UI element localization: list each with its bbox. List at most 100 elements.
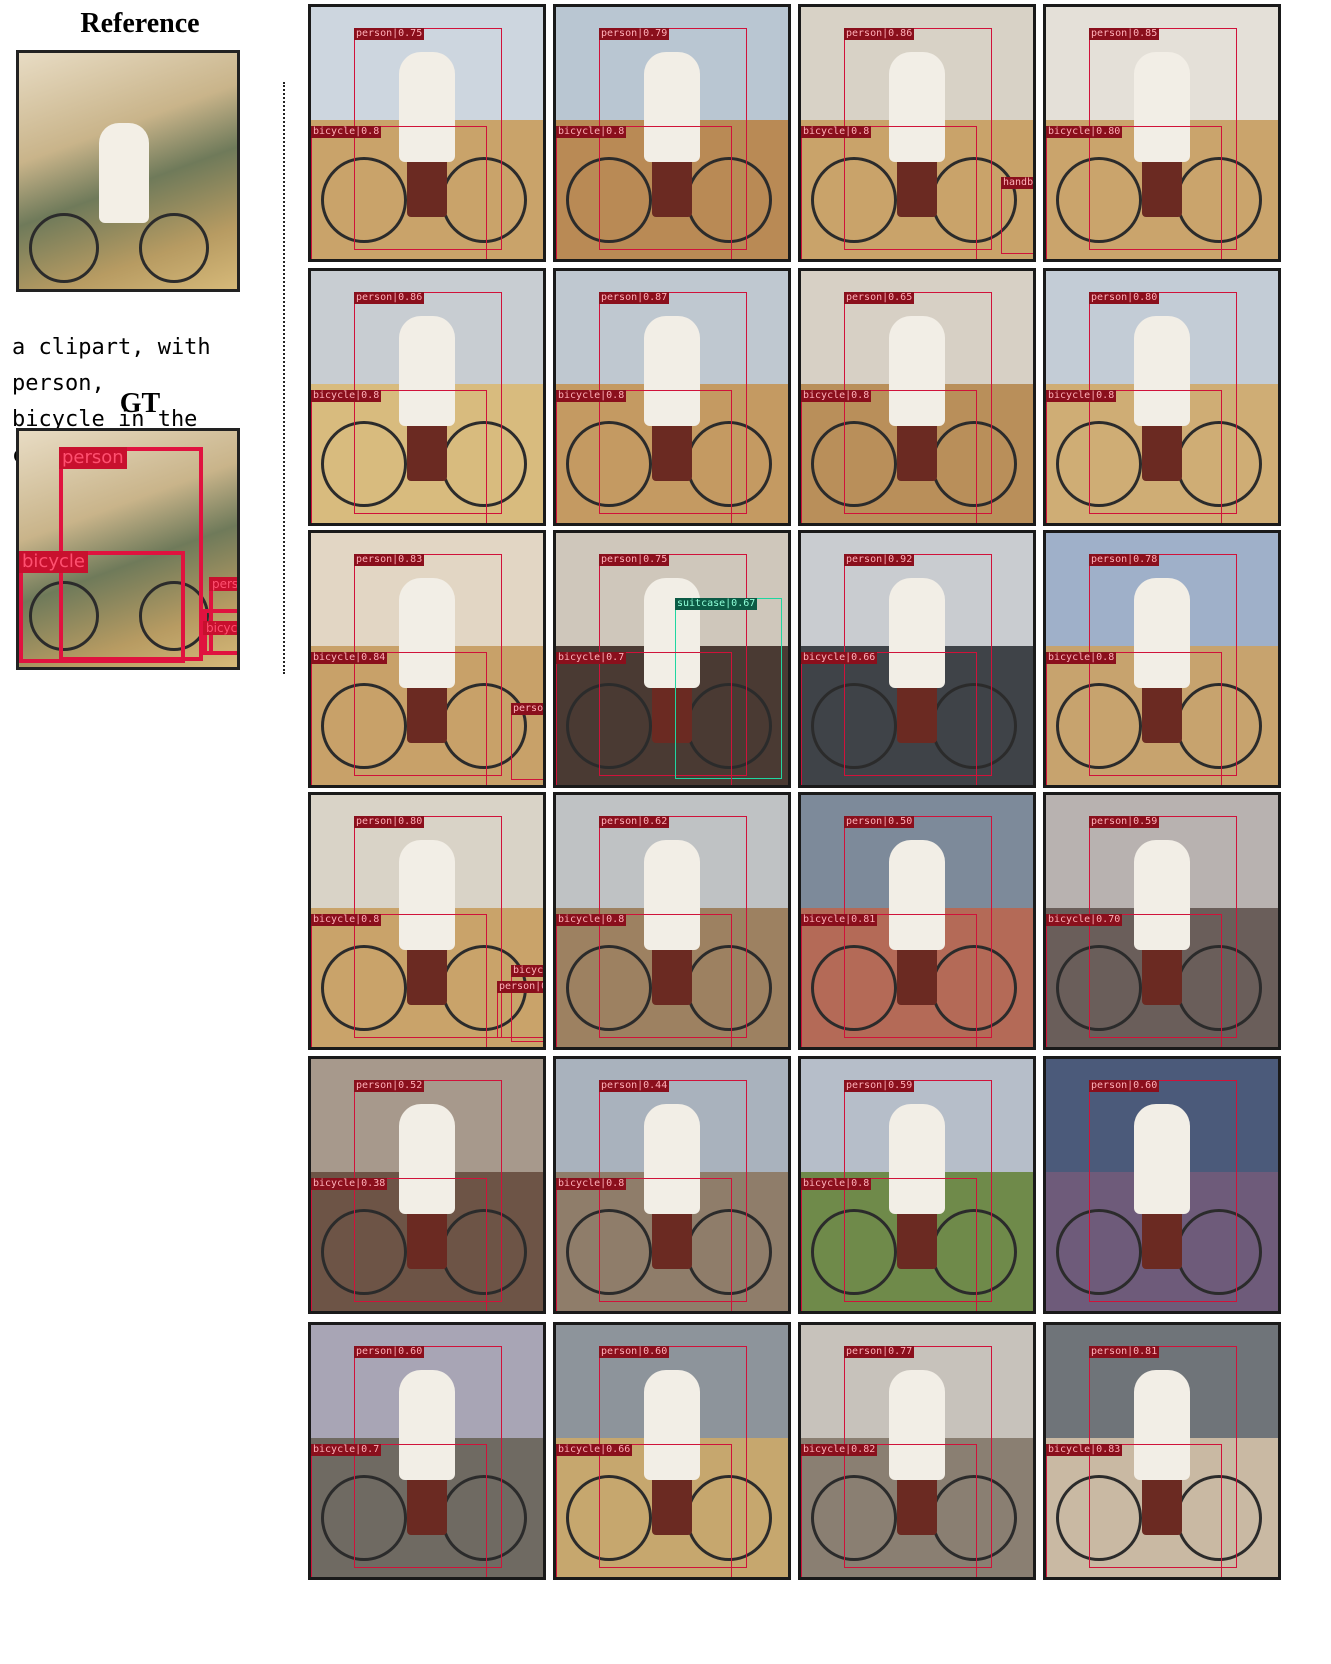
detection-box: bicycle|0.8 bbox=[556, 914, 732, 1047]
detection-label: person|0.60 bbox=[354, 1346, 425, 1358]
detection-box: bicycle|0.8 bbox=[311, 390, 487, 523]
detection-label: bicycle|0.8 bbox=[556, 1178, 627, 1190]
detection-label: person|0.80 bbox=[1089, 292, 1160, 304]
detection-label: bicycle|0.8 bbox=[801, 1178, 872, 1190]
detection-label: person|0.2 bbox=[497, 981, 543, 993]
detection-box: bicycle|0.80 bbox=[1046, 126, 1222, 259]
detection-label: bicycle|0.7 bbox=[311, 1444, 382, 1456]
detection-box: person|0.4 bbox=[511, 703, 543, 780]
detection-label: bicycle|0.8 bbox=[311, 390, 382, 402]
detection-box: bicycle|0.81 bbox=[801, 914, 977, 1047]
detection-label: person|0.62 bbox=[599, 816, 670, 828]
sample-image: person|0.83 bicycle|0.84 person|0.4 bbox=[308, 530, 546, 788]
gt-label-bicycle: bicycle bbox=[19, 551, 88, 573]
detection-label: bicycle|0.8 bbox=[801, 390, 872, 402]
detection-box: person|0.2 bbox=[497, 981, 543, 1038]
detection-label: bicycle|0.8 bbox=[311, 126, 382, 138]
detection-label: person|0.92 bbox=[844, 554, 915, 566]
detection-box: handbag|0.46 bbox=[1001, 177, 1033, 254]
detection-label: bicycle|0.84 bbox=[311, 652, 388, 664]
detection-label: bicycle|0.8 bbox=[556, 126, 627, 138]
detection-box: bicycle|0.8 bbox=[801, 1178, 977, 1311]
detection-label: person|0.4 bbox=[511, 703, 543, 715]
detection-box: bicycle|0.70 bbox=[1046, 914, 1222, 1047]
sample-image: person|0.52 bicycle|0.38 bbox=[308, 1056, 546, 1314]
detection-label: person|0.59 bbox=[1089, 816, 1160, 828]
detection-box: bicycle|0.8 bbox=[311, 914, 487, 1047]
detection-label: person|0.81 bbox=[1089, 1346, 1160, 1358]
sample-image: person|0.60 bicycle|0.66 bbox=[553, 1322, 791, 1580]
sample-image: person|0.79 bicycle|0.8 bbox=[553, 4, 791, 262]
detection-box: bicycle|0.38 bbox=[311, 1178, 487, 1311]
detection-label: bicycle|0.8 bbox=[1046, 652, 1117, 664]
sample-image: person|0.75 bicycle|0.8 bbox=[308, 4, 546, 262]
sample-image: person|0.75 suitcase|0.67 bicycle|0.7 bbox=[553, 530, 791, 788]
detection-label: handbag|0.46 bbox=[1001, 177, 1033, 189]
detection-label: bicycle|0.38 bbox=[311, 1178, 388, 1190]
detection-box: bicycle|0.8 bbox=[556, 390, 732, 523]
detection-label: person|0.83 bbox=[354, 554, 425, 566]
detection-label: bicycle|0.70 bbox=[1046, 914, 1123, 926]
detection-label: bicycle|0.8 bbox=[1046, 390, 1117, 402]
column-divider bbox=[283, 82, 285, 674]
detection-label: bicycle|0.80 bbox=[1046, 126, 1123, 138]
detection-label: person|0.77 bbox=[844, 1346, 915, 1358]
sample-image: person|0.92 bicycle|0.66 bbox=[798, 530, 1036, 788]
gt-box-bicycle-small: bicycle bbox=[203, 609, 237, 655]
detection-box: person|0.60 bbox=[1089, 1080, 1237, 1302]
detection-label: bicycle|0.8 bbox=[556, 390, 627, 402]
sample-image: person|0.59 bicycle|0.70 bbox=[1043, 792, 1281, 1050]
detection-label: person|0.86 bbox=[354, 292, 425, 304]
gt-box-bicycle: bicycle bbox=[19, 551, 185, 663]
detection-box: bicycle|0.7 bbox=[311, 1444, 487, 1577]
detection-label: person|0.50 bbox=[844, 816, 915, 828]
detection-label: bicycle|0.66 bbox=[556, 1444, 633, 1456]
sample-image: person|0.77 bicycle|0.82 bbox=[798, 1322, 1036, 1580]
sample-image: person|0.85 bicycle|0.80 bbox=[1043, 4, 1281, 262]
detection-box: bicycle|0.8 bbox=[801, 390, 977, 523]
detection-box: bicycle|0.8 bbox=[1046, 390, 1222, 523]
detection-label: person|0.85 bbox=[1089, 28, 1160, 40]
gt-label-person-small: perso bbox=[209, 577, 237, 591]
detection-box: bicycle|0.83 bbox=[1046, 1444, 1222, 1577]
gt-label-bicycle-small: bicycle bbox=[203, 621, 237, 635]
ref-wheel-front bbox=[139, 213, 209, 283]
detection-label: bicycle|0.7 bbox=[556, 652, 627, 664]
detection-box: bicycle|0.8 bbox=[556, 126, 732, 259]
detection-label: bicycle|0.8 bbox=[556, 914, 627, 926]
detection-label: person|0.75 bbox=[354, 28, 425, 40]
detection-label: person|0.86 bbox=[844, 28, 915, 40]
sample-image: person|0.60 bbox=[1043, 1056, 1281, 1314]
detection-box: bicycle|0.8 bbox=[556, 1178, 732, 1311]
detection-label: bicycle|0.7 bbox=[511, 965, 543, 977]
left-column: Reference a clipart, with person, bicycl… bbox=[0, 0, 280, 1664]
sample-image: person|0.86 bicycle|0.8 handbag|0.46 bbox=[798, 4, 1036, 262]
sample-image: person|0.62 bicycle|0.8 bbox=[553, 792, 791, 1050]
detection-label: person|0.59 bbox=[844, 1080, 915, 1092]
sample-image: person|0.87 bicycle|0.8 bbox=[553, 268, 791, 526]
detection-label: person|0.65 bbox=[844, 292, 915, 304]
sample-image: person|0.80 bicycle|0.8 bbox=[1043, 268, 1281, 526]
detection-label: bicycle|0.81 bbox=[801, 914, 878, 926]
detection-label: bicycle|0.8 bbox=[801, 126, 872, 138]
detection-label: person|0.60 bbox=[1089, 1080, 1160, 1092]
detection-label: person|0.78 bbox=[1089, 554, 1160, 566]
sample-image: person|0.86 bicycle|0.8 bbox=[308, 268, 546, 526]
detection-label: bicycle|0.83 bbox=[1046, 1444, 1123, 1456]
reference-heading: Reference bbox=[80, 8, 200, 39]
detection-box: bicycle|0.66 bbox=[801, 652, 977, 785]
gt-heading: GT bbox=[119, 388, 161, 419]
reference-image bbox=[16, 50, 240, 292]
detection-box: bicycle|0.84 bbox=[311, 652, 487, 785]
detection-label: person|0.80 bbox=[354, 816, 425, 828]
sample-image: person|0.59 bicycle|0.8 bbox=[798, 1056, 1036, 1314]
sample-image: person|0.80 bicycle|0.8 bicycle|0.7 person|… bbox=[308, 792, 546, 1050]
detection-box: bicycle|0.8 bbox=[311, 126, 487, 259]
sample-image: person|0.81 bicycle|0.83 bbox=[1043, 1322, 1281, 1580]
detection-label: bicycle|0.82 bbox=[801, 1444, 878, 1456]
sample-image: person|0.60 bicycle|0.7 bbox=[308, 1322, 546, 1580]
detection-label: suitcase|0.67 bbox=[675, 598, 758, 610]
detection-box: bicycle|0.66 bbox=[556, 1444, 732, 1577]
detection-label: bicycle|0.66 bbox=[801, 652, 878, 664]
detection-label: person|0.79 bbox=[599, 28, 670, 40]
